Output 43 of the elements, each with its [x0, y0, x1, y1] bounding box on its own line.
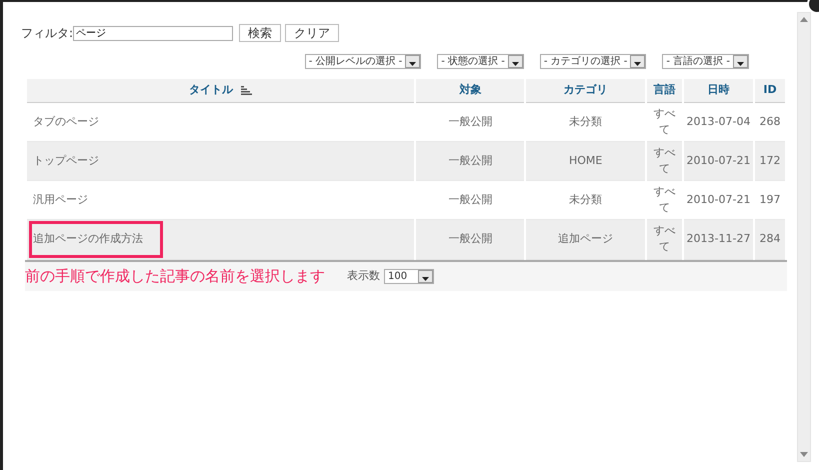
clear-button[interactable]: クリア [285, 24, 340, 42]
dropdown[interactable]: - 言語の選択 - [662, 54, 749, 69]
column-header[interactable]: カテゴリ [526, 79, 646, 103]
table-cell: 172 [759, 154, 780, 167]
table-cell: 一般公開 [448, 154, 492, 167]
annotation-text: 前の手順で作成した記事の名前を選択します [25, 266, 325, 287]
column-header[interactable]: タイトル [27, 79, 414, 103]
table-cell-text: すべて [652, 106, 677, 138]
table-cell-text: すべて [652, 222, 677, 256]
table-cell: 一般公開 [448, 192, 492, 206]
scroll-up-icon[interactable] [800, 17, 808, 22]
table-cell-text: すべて [652, 144, 677, 177]
table-cell: HOME [568, 154, 602, 167]
filter-label: フィルタ: [21, 25, 74, 42]
column-header[interactable]: ID [754, 79, 785, 103]
table-cell: 197 [759, 192, 780, 206]
table-cell: 2010-07-21 [686, 154, 750, 167]
table-cell: 追加ページ [558, 232, 614, 245]
table-cell[interactable]: タブのページ [33, 114, 99, 128]
scroll-down-icon[interactable] [800, 452, 808, 457]
search-button[interactable]: 検索 [239, 24, 282, 42]
column-header[interactable]: 言語 [647, 79, 682, 103]
dropdown[interactable]: - 公開レベルの選択 - [304, 54, 422, 69]
filter-field[interactable]: ページ [73, 26, 234, 40]
table-cell-text: すべて [652, 184, 677, 216]
table-cell: 2013-07-04 [686, 114, 750, 128]
dropdown[interactable]: - 状態の選択 - [437, 54, 524, 69]
dropdown[interactable]: - カテゴリの選択 - [540, 54, 646, 69]
table-cell: 一般公開 [448, 232, 492, 245]
table-cell: 284 [759, 232, 780, 245]
table-cell: 2013-11-27 [686, 232, 750, 245]
page-size-dropdown[interactable]: 100 [384, 268, 434, 284]
table-cell: 一般公開 [448, 114, 492, 128]
scrollbar[interactable] [797, 12, 811, 462]
table-cell: 2010-07-21 [686, 192, 750, 206]
table-cell[interactable]: トップページ [33, 154, 99, 167]
column-header[interactable]: 日時 [684, 79, 753, 103]
table-cell[interactable]: 汎用ページ [33, 192, 88, 206]
table-cell: 未分類 [569, 192, 602, 206]
column-header[interactable]: 対象 [416, 79, 524, 103]
page-size-label: 表示数 [347, 268, 380, 284]
table-cell: 268 [759, 114, 780, 128]
table-cell: 未分類 [569, 114, 602, 128]
